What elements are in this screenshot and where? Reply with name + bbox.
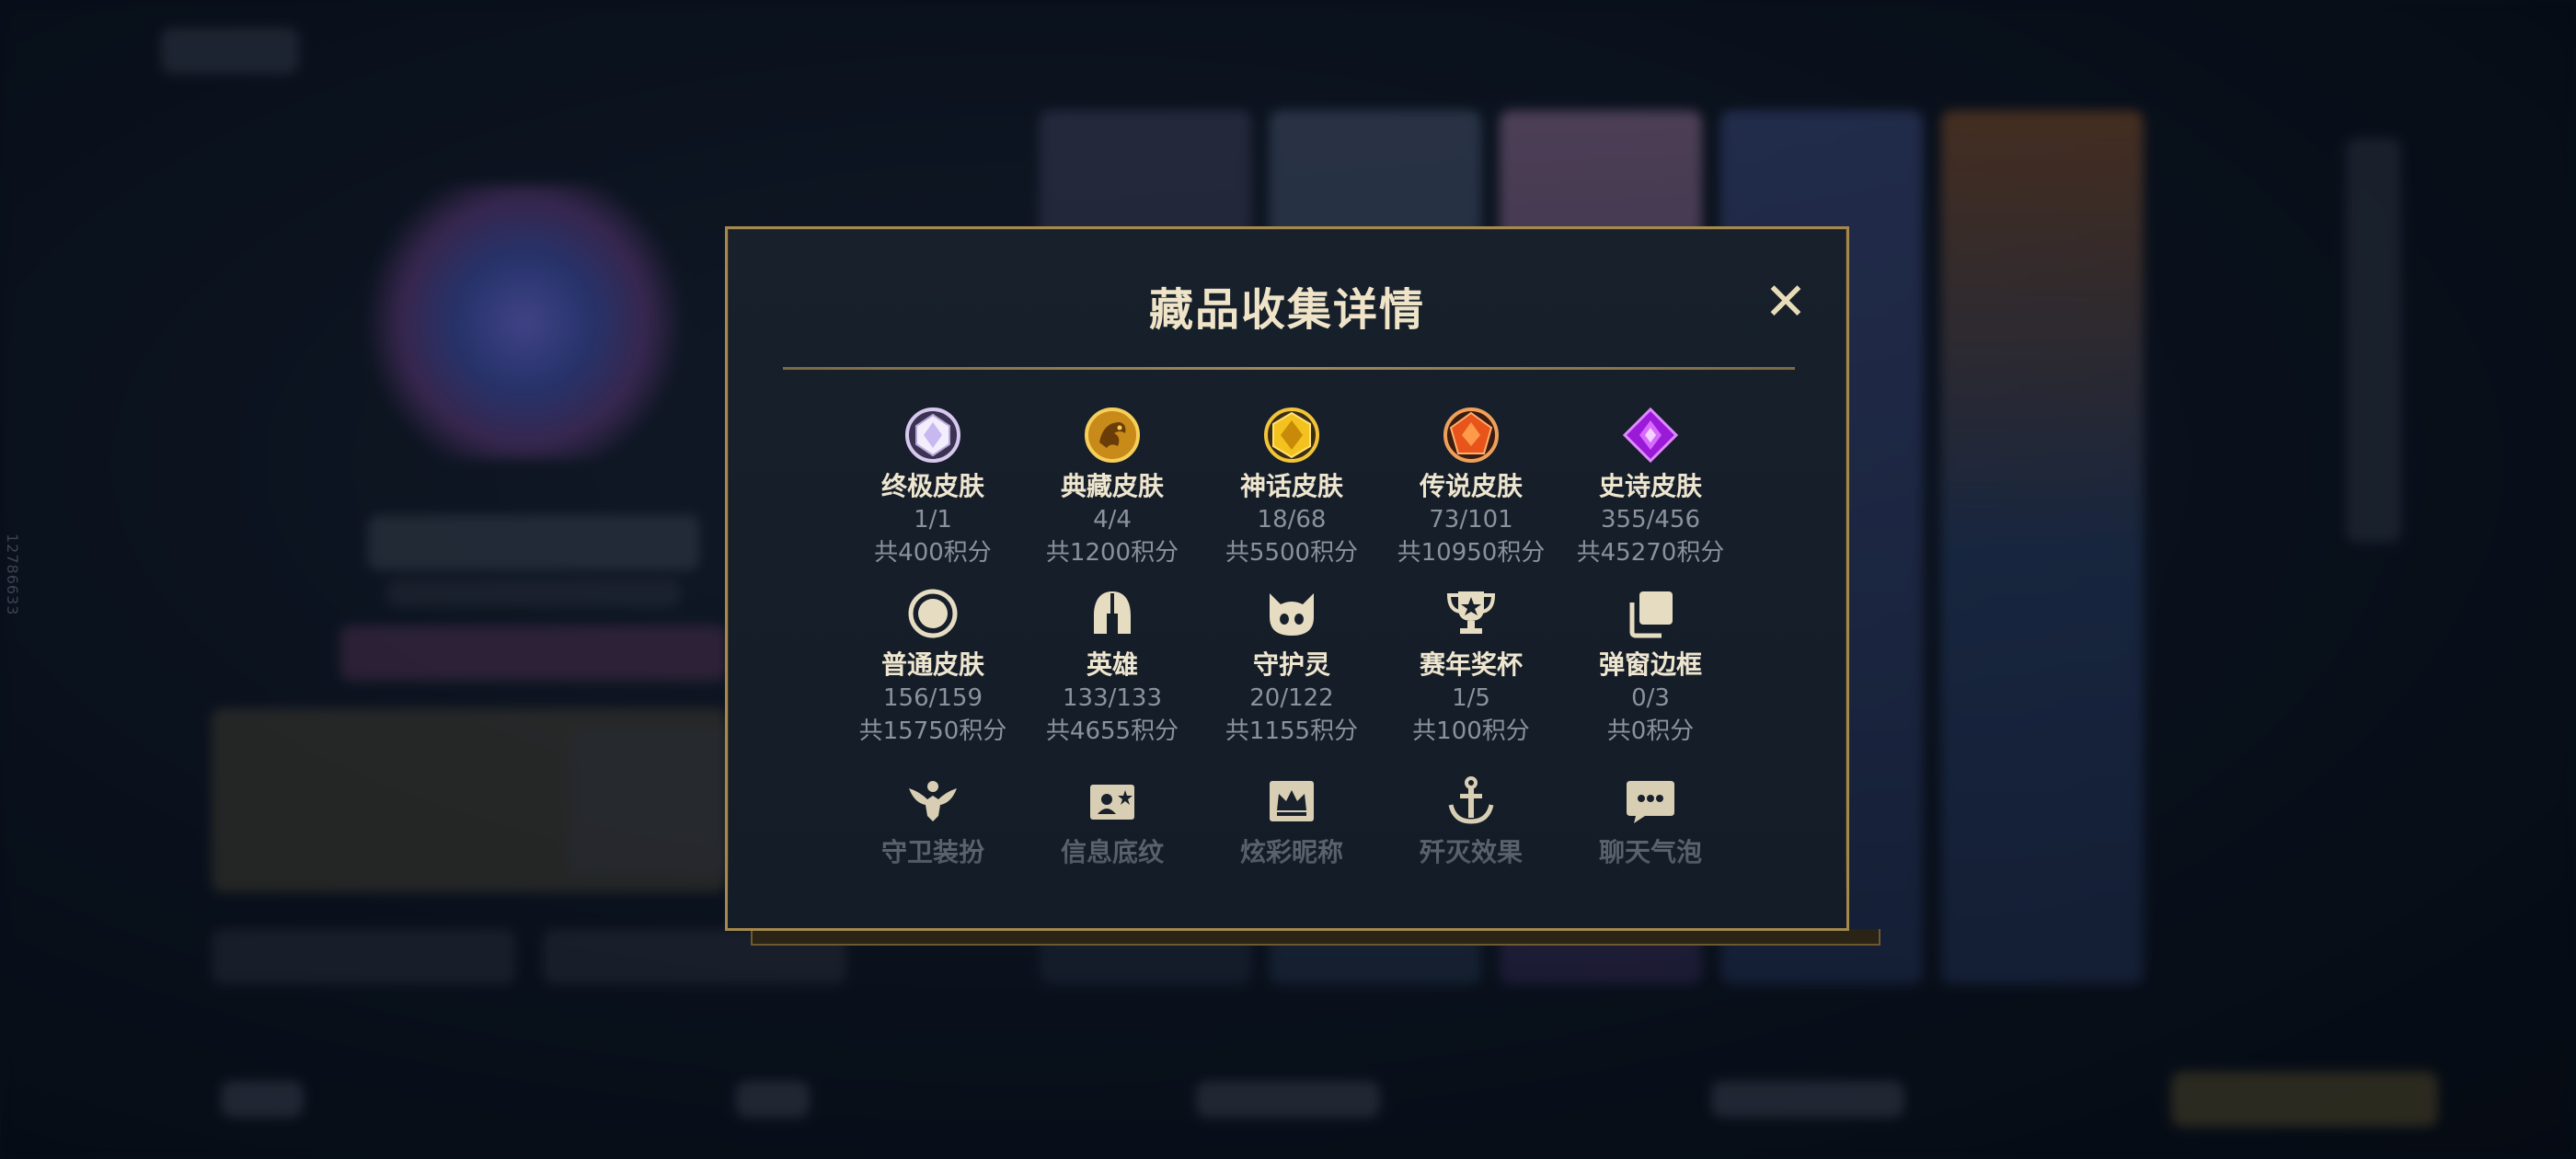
collection-item-guardians[interactable]: 守护灵 20/122 共1155积分 [1200, 584, 1384, 748]
item-label: 守护灵 [1252, 649, 1330, 680]
stacked-frames-icon [1629, 591, 1673, 638]
item-points: 共4655积分 [1045, 717, 1179, 745]
epic-gem-icon [1622, 407, 1679, 464]
mythic-gem-icon [1264, 407, 1319, 463]
item-label: 歼灭效果 [1419, 837, 1523, 867]
item-count: 20/122 [1249, 684, 1334, 712]
collection-details-modal: 藏品收集详情 ✕ 终极皮肤 1/1 共400积分 典藏皮肤 4/4 共1200积… [725, 226, 1849, 931]
crown-tag-icon [1270, 781, 1314, 821]
item-points: 共0积分 [1606, 717, 1695, 745]
item-label: 弹窗边框 [1598, 649, 1702, 680]
item-count: 4/4 [1093, 506, 1132, 534]
item-count: 1/5 [1452, 684, 1490, 712]
build-id-text: 12786633 [4, 534, 21, 616]
collection-item-chat-bubbles[interactable]: 聊天气泡 [1558, 772, 1742, 869]
collection-item-mythic-skins[interactable]: 神话皮肤 18/68 共5500积分 [1200, 406, 1384, 569]
anchor-icon [1448, 776, 1494, 824]
item-points: 共1155积分 [1225, 717, 1359, 745]
collection-item-elimination-effects[interactable]: 歼灭效果 [1379, 772, 1563, 869]
collection-item-legendary-skins[interactable]: 传说皮肤 73/101 共10950积分 [1379, 406, 1563, 569]
item-points: 共100积分 [1412, 717, 1530, 745]
item-label: 英雄 [1086, 649, 1138, 680]
collection-item-colorful-nicknames[interactable]: 炫彩昵称 [1200, 772, 1384, 869]
item-count: 133/133 [1062, 684, 1162, 712]
collection-item-heroes[interactable]: 英雄 133/133 共4655积分 [1020, 584, 1204, 748]
item-count: 18/68 [1257, 506, 1327, 534]
trophy-icon [1446, 591, 1496, 634]
legendary-gem-icon [1443, 407, 1499, 463]
item-label: 赛年奖杯 [1419, 649, 1523, 680]
item-label: 聊天气泡 [1598, 837, 1702, 867]
collection-item-guard-outfits[interactable]: 守卫装扮 [841, 772, 1025, 869]
item-label: 史诗皮肤 [1598, 471, 1702, 501]
item-label: 信息底纹 [1060, 837, 1164, 867]
item-label: 普通皮肤 [880, 649, 984, 680]
profile-card-icon [1090, 785, 1134, 820]
collection-item-collector-skins[interactable]: 典藏皮肤 4/4 共1200积分 [1020, 406, 1204, 569]
modal-base-edge [751, 929, 1880, 946]
collection-item-popup-frames[interactable]: 弹窗边框 0/3 共0积分 [1558, 584, 1742, 748]
title-divider [783, 367, 1795, 370]
item-points: 共15750积分 [858, 717, 1007, 745]
guardian-face-icon [1270, 593, 1314, 636]
collection-item-ultimate-skins[interactable]: 终极皮肤 1/1 共400积分 [841, 406, 1025, 569]
item-points: 共45270积分 [1576, 539, 1725, 567]
helmet-icon [1094, 591, 1131, 634]
item-label: 典藏皮肤 [1060, 471, 1164, 501]
item-label: 炫彩昵称 [1239, 837, 1343, 867]
item-points: 共1200积分 [1045, 539, 1179, 567]
collection-item-season-trophies[interactable]: 赛年奖杯 1/5 共100积分 [1379, 584, 1563, 748]
winged-figure-icon [909, 781, 957, 821]
item-count: 355/456 [1600, 506, 1700, 534]
item-label: 守卫装扮 [880, 837, 984, 867]
collection-item-info-backgrounds[interactable]: 信息底纹 [1020, 772, 1204, 869]
item-count: 0/3 [1631, 684, 1670, 712]
item-points: 共400积分 [874, 539, 992, 567]
collection-item-epic-skins[interactable]: 史诗皮肤 355/456 共45270积分 [1558, 406, 1742, 569]
item-label: 传说皮肤 [1419, 471, 1523, 501]
dragon-medal-icon [1085, 407, 1140, 463]
collection-item-normal-skins[interactable]: 普通皮肤 156/159 共15750积分 [841, 584, 1025, 748]
item-label: 神话皮肤 [1239, 471, 1343, 501]
modal-title: 藏品收集详情 [1148, 284, 1425, 336]
item-points: 共5500积分 [1225, 539, 1359, 567]
item-count: 73/101 [1429, 506, 1513, 534]
close-button[interactable]: ✕ [1758, 275, 1813, 330]
circle-icon [908, 589, 958, 638]
item-count: 156/159 [882, 684, 983, 712]
item-points: 共10950积分 [1397, 539, 1546, 567]
chat-bubble-icon [1627, 781, 1674, 823]
item-count: 1/1 [914, 506, 952, 534]
item-label: 终极皮肤 [880, 471, 984, 501]
ultimate-gem-icon [905, 407, 960, 463]
